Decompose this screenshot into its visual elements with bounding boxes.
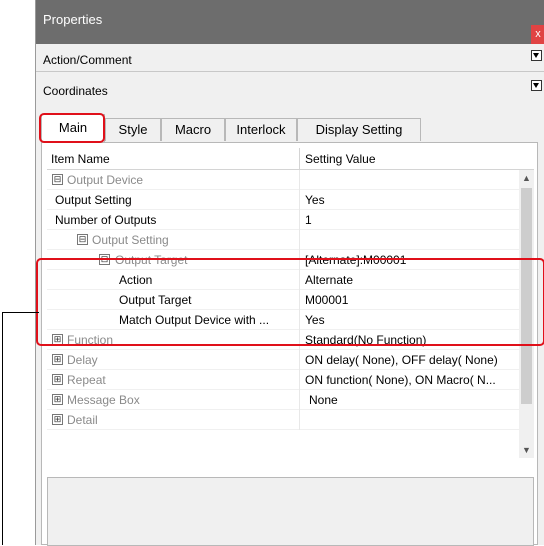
- collapse-toggle-icon[interactable]: [531, 50, 542, 61]
- row-value[interactable]: ON function( None), ON Macro( N...: [305, 373, 496, 387]
- row-name: Message Box: [67, 393, 140, 407]
- description-box: [47, 477, 534, 546]
- row-value[interactable]: Yes: [305, 193, 325, 207]
- column-divider: [299, 370, 300, 390]
- row-value[interactable]: None: [309, 393, 338, 407]
- expand-icon[interactable]: ⊞: [52, 374, 63, 385]
- section-action-comment[interactable]: Action/Comment: [36, 44, 544, 72]
- tab-display-setting[interactable]: Display Setting: [297, 118, 421, 141]
- row-name: Repeat: [67, 373, 106, 387]
- row-message-box[interactable]: ⊞ Message Box None: [47, 390, 519, 410]
- scroll-up-icon[interactable]: ▲: [519, 170, 534, 186]
- section-coordinates[interactable]: Coordinates: [36, 72, 544, 114]
- grid-header: Item Name Setting Value: [47, 148, 534, 170]
- expand-icon[interactable]: ⊞: [52, 414, 63, 425]
- title-bar[interactable]: Properties x: [36, 0, 544, 44]
- collapse-icon[interactable]: ⊟: [77, 234, 88, 245]
- column-header-item-name[interactable]: Item Name: [51, 152, 110, 166]
- highlight-main-tab: [39, 113, 105, 143]
- tab-style[interactable]: Style: [105, 118, 161, 141]
- row-name: Detail: [67, 413, 98, 427]
- column-divider: [299, 170, 300, 190]
- row-name: Delay: [67, 353, 98, 367]
- row-output-device[interactable]: ⊟ Output Device: [47, 170, 519, 190]
- row-detail[interactable]: ⊞ Detail: [47, 410, 519, 430]
- column-divider: [299, 230, 300, 250]
- row-delay[interactable]: ⊞ Delay ON delay( None), OFF delay( None…: [47, 350, 519, 370]
- row-value[interactable]: ON delay( None), OFF delay( None): [305, 353, 498, 367]
- section-label: Coordinates: [43, 84, 108, 98]
- column-header-setting-value[interactable]: Setting Value: [305, 152, 376, 166]
- row-number-of-outputs[interactable]: Number of Outputs 1: [47, 210, 519, 230]
- expand-icon[interactable]: ⊞: [52, 394, 63, 405]
- row-name: Number of Outputs: [55, 213, 157, 227]
- row-output-setting-group[interactable]: ⊟ Output Setting: [47, 230, 519, 250]
- tab-interlock[interactable]: Interlock: [225, 118, 297, 141]
- column-divider[interactable]: [299, 148, 300, 170]
- window-title: Properties: [43, 12, 103, 27]
- column-divider: [299, 410, 300, 430]
- section-label: Action/Comment: [43, 53, 132, 67]
- column-divider: [299, 190, 300, 210]
- expand-icon[interactable]: ⊞: [52, 354, 63, 365]
- row-output-setting[interactable]: Output Setting Yes: [47, 190, 519, 210]
- collapse-toggle-icon[interactable]: [531, 80, 542, 91]
- column-divider: [299, 390, 300, 410]
- row-name: Output Device: [67, 173, 144, 187]
- scroll-down-icon[interactable]: ▼: [519, 442, 534, 458]
- callout-leader-line: [2, 312, 3, 545]
- row-name: Output Setting: [92, 233, 169, 247]
- row-value[interactable]: 1: [305, 213, 312, 227]
- collapse-icon[interactable]: ⊟: [52, 174, 63, 185]
- row-repeat[interactable]: ⊞ Repeat ON function( None), ON Macro( N…: [47, 370, 519, 390]
- column-divider: [299, 350, 300, 370]
- column-divider: [299, 210, 300, 230]
- tab-macro[interactable]: Macro: [161, 118, 225, 141]
- close-button[interactable]: x: [531, 25, 544, 44]
- highlight-output-target-group: [36, 258, 544, 346]
- callout-leader-line: [2, 312, 39, 313]
- row-name: Output Setting: [55, 193, 132, 207]
